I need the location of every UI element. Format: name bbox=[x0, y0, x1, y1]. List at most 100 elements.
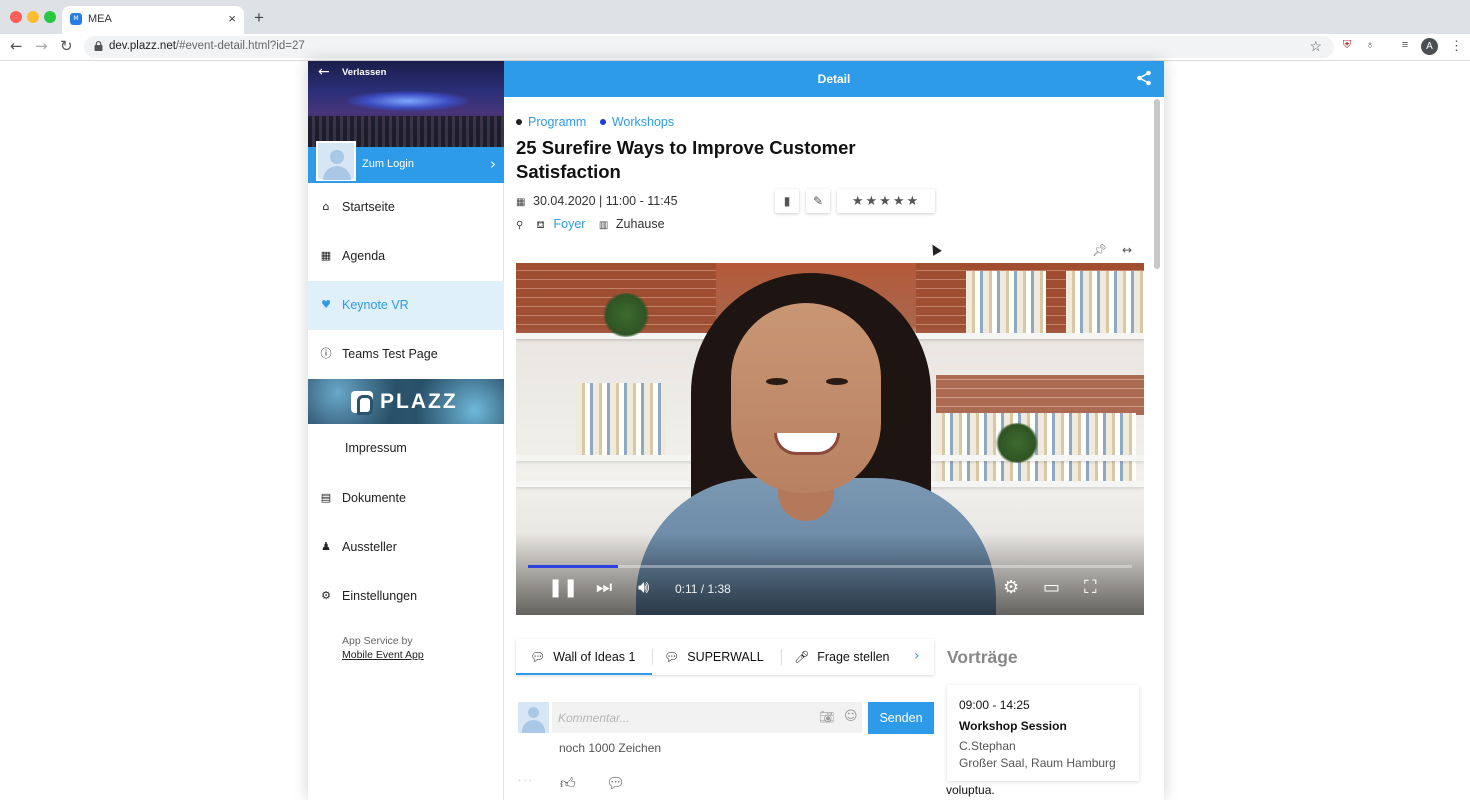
video-progress-bar[interactable] bbox=[528, 565, 1132, 568]
chevron-right-icon: › bbox=[490, 155, 496, 173]
plazz-banner[interactable]: PLAZZ bbox=[308, 379, 504, 424]
reload-icon[interactable]: ↻ bbox=[60, 37, 73, 55]
home-icon: ⌂ bbox=[322, 200, 330, 213]
pause-icon[interactable]: ❚❚ bbox=[548, 577, 578, 599]
pin-icon[interactable]: 📌︎ bbox=[1092, 243, 1107, 257]
browser-menu-icon[interactable]: ⋮ bbox=[1450, 38, 1463, 54]
sidebar-item-keynote-vr[interactable]: ♥ Keynote VR bbox=[308, 281, 504, 330]
extension-shield-icon[interactable]: ⛨ bbox=[1339, 39, 1355, 55]
user-avatar-icon bbox=[518, 702, 549, 733]
close-window-button[interactable] bbox=[10, 11, 22, 23]
mobile-event-app-link[interactable]: Mobile Event App bbox=[342, 649, 424, 661]
person-eye bbox=[766, 378, 788, 385]
minimize-window-button[interactable] bbox=[27, 11, 39, 23]
talk-time: 09:00 - 14:25 bbox=[959, 698, 1030, 712]
rating-stars[interactable]: ★★★★★ bbox=[837, 189, 935, 213]
emoji-icon[interactable]: ☺ bbox=[844, 709, 858, 724]
tab-divider bbox=[781, 649, 782, 665]
lock-icon bbox=[94, 41, 103, 51]
interaction-tabs: 💬︎ Wall of Ideas 1 💬︎ SUPERWALL 🎤︎ Frage st… bbox=[516, 639, 934, 675]
new-tab-icon[interactable]: + bbox=[254, 8, 264, 28]
sidebar-item-dokumente[interactable]: ▤ Dokumente bbox=[308, 474, 504, 523]
favicon-icon: M bbox=[70, 13, 82, 25]
microphone-icon: 🎤︎ bbox=[794, 650, 810, 664]
sidebar-item-teams-test-page[interactable]: ⓘ Teams Test Page bbox=[308, 330, 504, 379]
more-icon[interactable]: ··· bbox=[518, 775, 534, 786]
tab-superwall[interactable]: 💬︎ SUPERWALL bbox=[664, 639, 764, 675]
maximize-window-button[interactable] bbox=[44, 11, 56, 23]
url-path: /#event-detail.html?id=27 bbox=[175, 40, 305, 52]
expand-horizontal-icon[interactable]: ↔ bbox=[1122, 243, 1132, 257]
category-workshops[interactable]: Workshops bbox=[599, 115, 675, 129]
calendar-icon: ▦ bbox=[320, 249, 332, 262]
sidebar-item-label: Einstellungen bbox=[342, 589, 418, 603]
event-location-row: ⚲ ⛾ Foyer ▥ Zuhause bbox=[516, 217, 665, 233]
bookshelf-books bbox=[1066, 271, 1144, 333]
leave-link[interactable]: Verlassen bbox=[342, 67, 386, 78]
video-progress-fill bbox=[528, 565, 618, 568]
location-link[interactable]: Foyer bbox=[553, 217, 585, 231]
tab-divider bbox=[652, 649, 653, 665]
sidebar: ← Verlassen Zum Login › ⌂ Startseite ▦ A… bbox=[308, 61, 504, 800]
theater-mode-icon[interactable]: ▭ bbox=[1043, 577, 1060, 599]
category-label: Workshops bbox=[611, 115, 675, 129]
thumbs-up-icon[interactable]: 👍︎ bbox=[560, 774, 576, 793]
sidebar-item-startseite[interactable]: ⌂ Startseite bbox=[308, 183, 504, 232]
edit-button[interactable]: ✎ bbox=[806, 189, 830, 213]
sidebar-item-aussteller[interactable]: ♟ Aussteller bbox=[308, 523, 504, 572]
bookshelf-books bbox=[966, 271, 1046, 333]
service-label: App Service by bbox=[342, 635, 413, 647]
tab-wall-of-ideas[interactable]: 💬︎ Wall of Ideas 1 bbox=[516, 639, 652, 675]
talk-card[interactable]: 09:00 - 14:25 Workshop Session C.Stephan… bbox=[947, 685, 1139, 781]
scrollbar[interactable] bbox=[1154, 99, 1160, 269]
category-programm[interactable]: Programm bbox=[516, 115, 586, 129]
extension-bulb-icon[interactable]: ♁ bbox=[1362, 39, 1378, 55]
address-bar[interactable]: dev.plazz.net/#event-detail.html?id=27 ☆ bbox=[84, 36, 1334, 58]
login-label: Zum Login bbox=[362, 158, 414, 170]
next-icon[interactable]: ⏭︎ bbox=[596, 577, 612, 599]
speech-bubble-icon: 💬︎ bbox=[530, 650, 546, 664]
category-breadcrumb: Programm Workshops bbox=[516, 115, 684, 129]
sidebar-item-impressum[interactable]: Impressum bbox=[308, 424, 504, 473]
profile-avatar[interactable]: A bbox=[1421, 38, 1438, 55]
sidebar-item-label: Dokumente bbox=[342, 491, 406, 505]
bookmark-icon: ▮ bbox=[783, 194, 791, 208]
back-arrow-icon[interactable]: ← bbox=[318, 64, 330, 80]
media-queue-icon[interactable]: ≡ bbox=[1397, 39, 1413, 55]
page-title: Detail bbox=[817, 72, 851, 86]
login-bar[interactable]: Zum Login › bbox=[308, 141, 504, 183]
main-content: Detail Programm Workshops 25 Surefire Wa… bbox=[504, 61, 1164, 800]
send-button[interactable]: Senden bbox=[868, 702, 934, 734]
tab-frage-stellen[interactable]: 🎤︎ Frage stellen bbox=[794, 639, 890, 675]
settings-icon: ⚙ bbox=[321, 589, 331, 602]
url-text: dev.plazz.net/#event-detail.html?id=27 bbox=[109, 40, 305, 52]
browser-toolbar: ← → ↻ dev.plazz.net/#event-detail.html?i… bbox=[0, 34, 1470, 61]
reply-bubble-icon[interactable]: 💬︎ bbox=[606, 774, 625, 792]
venue-text: Zuhause bbox=[615, 217, 665, 231]
talk-room: Großer Saal, Raum Hamburg bbox=[959, 756, 1116, 770]
fullscreen-icon[interactable]: ⛶ bbox=[1084, 577, 1097, 599]
app-window: ← Verlassen Zum Login › ⌂ Startseite ▦ A… bbox=[308, 61, 1164, 800]
tab-label: Frage stellen bbox=[817, 650, 890, 664]
sidebar-item-label: Impressum bbox=[345, 441, 407, 455]
settings-gear-icon[interactable]: ⚙ bbox=[1003, 577, 1019, 599]
sidebar-item-einstellungen[interactable]: ⚙ Einstellungen bbox=[308, 572, 504, 621]
bookmark-button[interactable]: ▮ bbox=[775, 189, 799, 213]
event-title: 25 Surefire Ways to Improve Customer Sat… bbox=[516, 137, 856, 182]
browser-tab[interactable]: M MEA × bbox=[62, 6, 244, 34]
camera-icon[interactable]: 📷︎ bbox=[819, 710, 834, 724]
close-tab-icon[interactable]: × bbox=[228, 11, 236, 26]
sidebar-item-agenda[interactable]: ▦ Agenda bbox=[308, 232, 504, 281]
plant bbox=[994, 423, 1040, 463]
volume-icon[interactable]: 🔊︎ bbox=[638, 577, 649, 599]
forward-icon[interactable]: → bbox=[35, 37, 48, 55]
chevron-right-icon[interactable]: › bbox=[914, 648, 920, 664]
back-icon[interactable]: ← bbox=[10, 37, 23, 55]
share-icon[interactable] bbox=[1136, 70, 1152, 86]
tab-title: MEA bbox=[88, 13, 112, 25]
bookmark-star-icon[interactable]: ☆ bbox=[1309, 38, 1322, 55]
talks-heading: Vorträge bbox=[947, 647, 1018, 667]
tab-label: Wall of Ideas 1 bbox=[553, 650, 636, 664]
video-player[interactable]: ❚❚ ⏭︎ 🔊︎ 0:11 / 1:38 ⚙ ▭ ⛶ bbox=[516, 263, 1144, 615]
comment-input[interactable] bbox=[552, 702, 862, 733]
